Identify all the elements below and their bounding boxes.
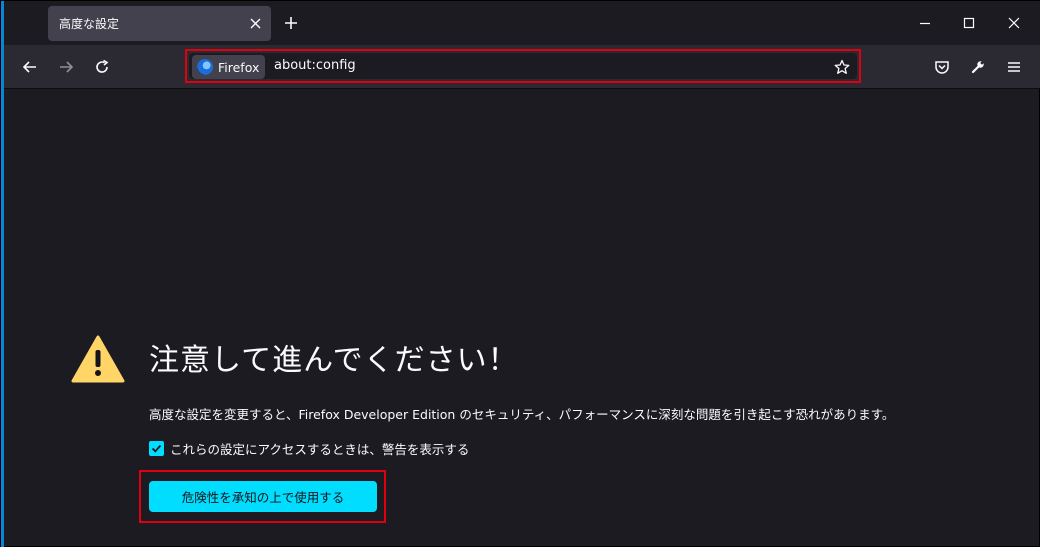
hamburger-menu-icon xyxy=(1008,62,1020,72)
close-icon[interactable] xyxy=(244,12,266,34)
forward-arrow-icon xyxy=(60,61,74,73)
reload-button[interactable] xyxy=(88,53,116,81)
pocket-button[interactable] xyxy=(928,53,956,81)
developer-tools-button[interactable] xyxy=(964,53,992,81)
identity-label: Firefox xyxy=(218,59,260,75)
warning-title: 注意して進んでください！ xyxy=(149,343,519,378)
urlbar-highlight-frame: Firefox about:config xyxy=(185,49,861,83)
plus-icon xyxy=(285,17,297,29)
wrench-icon xyxy=(971,61,984,74)
minimize-icon xyxy=(920,22,930,25)
show-warning-checkbox[interactable] xyxy=(149,440,164,456)
bookmark-star-button[interactable] xyxy=(831,56,853,78)
identity-box[interactable]: Firefox xyxy=(192,55,265,79)
app-menu-button[interactable] xyxy=(1000,53,1028,81)
pocket-icon xyxy=(935,61,949,74)
back-arrow-icon xyxy=(22,61,36,73)
browser-window: 高度な設定 Firefox about:config 注意して進んでください！ … xyxy=(0,0,1040,547)
close-icon xyxy=(1008,17,1020,29)
url-bar[interactable]: Firefox about:config xyxy=(189,53,857,79)
star-icon xyxy=(834,59,850,74)
minimize-button[interactable] xyxy=(910,11,940,35)
new-tab-button[interactable] xyxy=(279,11,303,35)
window-close-button[interactable] xyxy=(999,11,1029,35)
maximize-icon xyxy=(963,17,975,29)
firefox-logo-icon xyxy=(197,59,213,75)
accept-risk-button[interactable]: 危険性を承知の上で使用する xyxy=(149,481,377,512)
back-button[interactable] xyxy=(16,53,44,81)
forward-button[interactable] xyxy=(52,53,80,81)
show-warning-option[interactable]: これらの設定にアクセスするときは、警告を表示する xyxy=(149,439,469,457)
url-input[interactable]: about:config xyxy=(274,58,356,73)
maximize-button[interactable] xyxy=(954,11,984,35)
tab-title: 高度な設定 xyxy=(59,17,120,31)
reload-icon xyxy=(96,59,109,73)
navigation-toolbar: Firefox about:config xyxy=(4,45,1040,89)
warning-icon xyxy=(71,334,125,384)
tab-strip: 高度な設定 xyxy=(4,1,1040,45)
show-warning-label: これらの設定にアクセスするときは、警告を表示する xyxy=(170,441,470,457)
warning-description: 高度な設定を変更すると、Firefox Developer Edition のセ… xyxy=(149,407,895,422)
tab-advanced-settings[interactable]: 高度な設定 xyxy=(48,6,271,41)
checkmark-icon xyxy=(151,444,162,453)
